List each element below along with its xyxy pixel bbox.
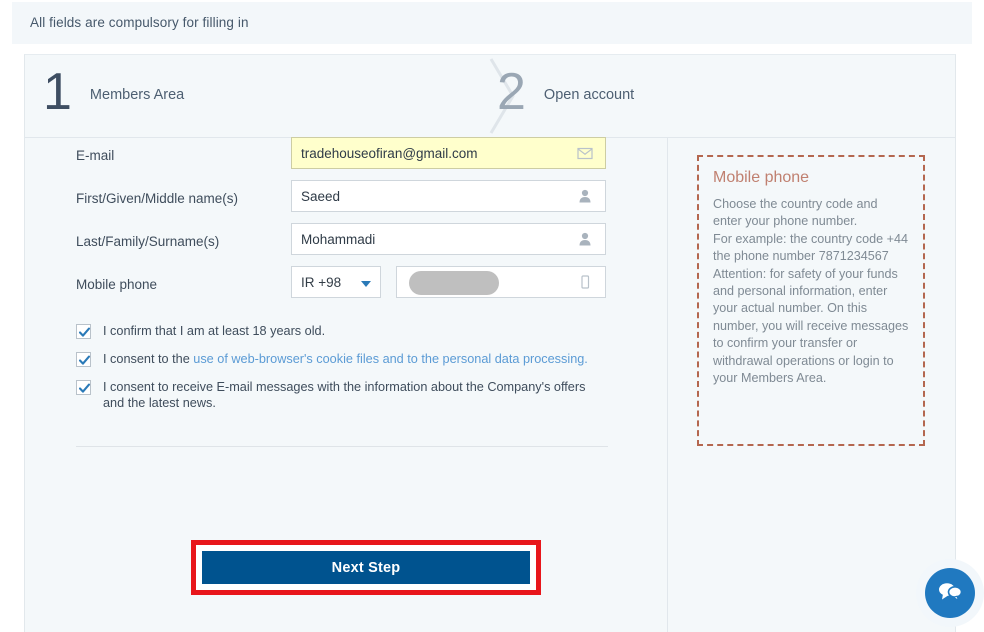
registration-panel: 1 Members Area 2 Open account E-mail tra… xyxy=(24,54,956,632)
field-row-last-name: Last/Family/Surname(s) xyxy=(25,223,667,266)
field-row-mobile-phone: Mobile phone IR +98 xyxy=(25,266,667,309)
mobile-phone-info-box: Mobile phone Choose the country code and… xyxy=(697,155,925,446)
consent-row-cookies[interactable]: I consent to the use of web-browser's co… xyxy=(25,351,667,367)
field-row-email: E-mail xyxy=(25,137,667,180)
checkbox-cookies[interactable] xyxy=(76,352,91,367)
info-box-body: Choose the country code and enter your p… xyxy=(713,197,909,386)
country-code-value: IR +98 xyxy=(301,274,342,290)
email-input[interactable] xyxy=(291,137,606,169)
next-step-highlight: Next Step xyxy=(191,540,541,595)
steps-header: 1 Members Area 2 Open account xyxy=(25,55,955,138)
check-icon xyxy=(78,383,91,393)
first-name-label: First/Given/Middle name(s) xyxy=(76,191,239,206)
country-code-select[interactable]: IR +98 xyxy=(291,266,381,298)
consent-row-age[interactable]: I confirm that I am at least 18 years ol… xyxy=(25,323,667,339)
consent-label-cookies: I consent to the use of web-browser's co… xyxy=(103,351,588,367)
consent-label-marketing: I consent to receive E-mail messages wit… xyxy=(103,380,586,410)
next-step-button[interactable]: Next Step xyxy=(202,551,530,584)
step-2-label: Open account xyxy=(543,87,635,103)
consent-row-marketing[interactable]: I consent to receive E-mail messages wit… xyxy=(25,379,667,411)
checkbox-age[interactable] xyxy=(76,324,91,339)
compulsory-fields-notice: All fields are compulsory for filling in xyxy=(12,2,972,44)
chevron-down-icon xyxy=(361,281,371,287)
mobile-phone-label: Mobile phone xyxy=(76,277,158,292)
check-icon xyxy=(78,327,91,337)
form-separator xyxy=(76,446,608,447)
consent-label-age: I confirm that I am at least 18 years ol… xyxy=(103,324,326,338)
notice-text: All fields are compulsory for filling in xyxy=(30,15,249,30)
field-row-first-name: First/Given/Middle name(s) xyxy=(25,180,667,223)
registration-page: All fields are compulsory for filling in… xyxy=(0,0,984,632)
mobile-phone-input[interactable] xyxy=(396,266,606,298)
consent-cookies-prefix: I consent to the xyxy=(103,352,194,366)
first-name-input[interactable] xyxy=(291,180,606,212)
registration-form: E-mail First/Given/Middle name(s) xyxy=(25,137,667,309)
step-1-members-area[interactable]: 1 Members Area xyxy=(43,63,184,121)
checkbox-marketing[interactable] xyxy=(76,380,91,395)
check-icon xyxy=(78,355,91,365)
step-1-label: Members Area xyxy=(89,87,185,103)
step-1-number: 1 xyxy=(43,63,72,121)
step-2-open-account[interactable]: 2 Open account xyxy=(497,63,634,121)
chat-bubbles-icon xyxy=(937,580,963,607)
chat-widget-button[interactable] xyxy=(925,568,975,618)
last-name-label: Last/Family/Surname(s) xyxy=(76,234,220,249)
info-box-title: Mobile phone xyxy=(713,169,810,186)
email-label: E-mail xyxy=(76,148,115,163)
consent-checkbox-group: I confirm that I am at least 18 years ol… xyxy=(25,323,667,423)
redaction-overlay xyxy=(409,271,499,295)
step-2-number: 2 xyxy=(497,63,526,121)
last-name-input[interactable] xyxy=(291,223,606,255)
cookie-policy-link[interactable]: use of web-browser's cookie files and to… xyxy=(193,352,588,366)
vertical-divider xyxy=(667,137,668,632)
